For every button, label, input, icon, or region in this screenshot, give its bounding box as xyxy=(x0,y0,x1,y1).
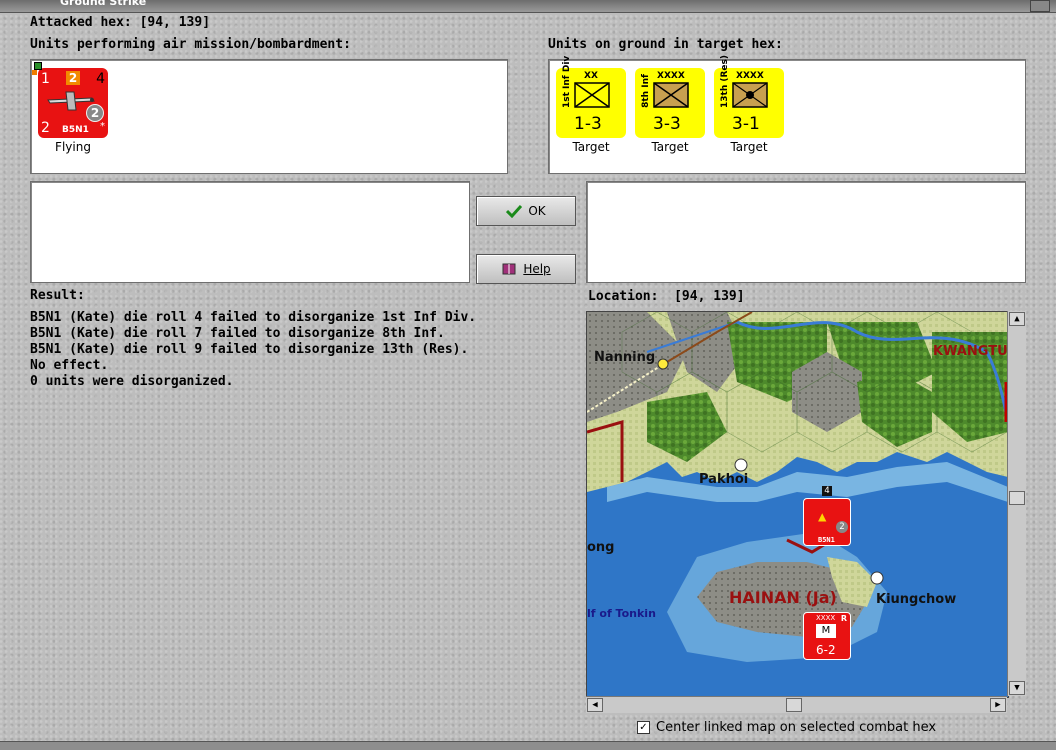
map-ground-strength: 6-2 xyxy=(816,643,836,657)
center-map-checkbox[interactable]: ✓ xyxy=(637,721,650,734)
map-air-counter[interactable]: 4 ▲ 2 B5N1 xyxy=(803,486,851,546)
horizontal-scroll-thumb[interactable] xyxy=(786,698,802,712)
book-icon xyxy=(502,263,516,275)
ground-unit-counter[interactable]: 8th Inf XXXX 3-3 xyxy=(635,68,705,138)
ground-units-label: Units on ground in target hex: xyxy=(548,37,783,52)
ground-unit-size: XXXX xyxy=(736,71,764,81)
window-title: Ground Strike xyxy=(60,0,147,8)
map-air-stack-count: 4 xyxy=(822,486,832,496)
air-unit-b5n1[interactable]: 1 2 4 2 2 B5N1 * Flying xyxy=(32,62,109,154)
reserve-infantry-icon xyxy=(732,82,768,108)
map-air-badge: 2 xyxy=(836,521,848,533)
ground-unit-caption: Target xyxy=(651,140,689,154)
scroll-left-icon[interactable]: ◀ xyxy=(587,698,603,712)
air-unit-name: B5N1 xyxy=(62,125,89,135)
center-map-label: Center linked map on selected combat hex xyxy=(656,720,937,735)
attacked-hex-label: Attacked hex: xyxy=(30,15,132,30)
location-value: [94, 139] xyxy=(674,289,745,304)
linked-map[interactable]: Nanning KWANGTU Pakhoi ong HAINAN (Ja) K… xyxy=(586,311,1009,698)
ground-unit-size: XX xyxy=(584,71,598,81)
ground-unit-3[interactable]: 13th (Res) XXXX 3-1 Target xyxy=(713,55,785,154)
ground-unit-name: 13th (Res) xyxy=(720,55,730,108)
map-vertical-scrollbar[interactable]: ▲ ▼ xyxy=(1007,311,1026,696)
location-row: Location: [94, 139] xyxy=(588,289,745,304)
infantry-icon xyxy=(653,82,689,108)
orange-marker-icon xyxy=(32,70,37,75)
status-marker-icon xyxy=(34,62,42,70)
map-ground-type: M xyxy=(816,624,836,638)
map-horizontal-scrollbar[interactable]: ◀ ▶ xyxy=(586,696,1007,713)
vertical-scroll-thumb[interactable] xyxy=(1009,491,1025,505)
ground-unit-2[interactable]: 8th Inf XXXX 3-3 Target xyxy=(634,68,706,154)
map-label-hainan: HAINAN (Ja) xyxy=(729,588,837,607)
air-unit-bottom-left: 2 xyxy=(41,120,50,136)
map-ground-corner: R xyxy=(840,614,847,623)
air-unit-caption: Flying xyxy=(55,140,91,154)
air-unit-counter[interactable]: 1 2 4 2 2 B5N1 * xyxy=(32,62,108,138)
ground-unit-caption: Target xyxy=(730,140,768,154)
ground-unit-1[interactable]: 1st Inf Div XX 1-3 Target xyxy=(555,55,627,154)
map-ground-counter[interactable]: XXXX R M 6-2 xyxy=(803,612,851,660)
air-units-panel: 1 2 4 2 2 B5N1 * Flying xyxy=(30,59,508,174)
ground-unit-caption: Target xyxy=(572,140,610,154)
window-title-bar: Ground Strike xyxy=(0,0,1056,13)
infantry-icon xyxy=(574,82,610,108)
center-map-option[interactable]: ✓ Center linked map on selected combat h… xyxy=(637,720,936,735)
map-label-gulf: lf of Tonkin xyxy=(587,607,656,620)
result-line: B5N1 (Kate) die roll 9 failed to disorga… xyxy=(30,342,469,357)
ground-unit-name: 8th Inf xyxy=(641,74,651,108)
help-button[interactable]: Help xyxy=(476,254,576,284)
map-label-kiungchow: Kiungchow xyxy=(876,592,957,607)
map-air-name: B5N1 xyxy=(818,536,835,544)
ground-unit-counter[interactable]: 1st Inf Div XX 1-3 xyxy=(556,55,626,138)
ground-units-panel: 1st Inf Div XX 1-3 Target 8th Inf XXXX 3… xyxy=(548,55,1026,174)
result-text: B5N1 (Kate) die roll 4 failed to disorga… xyxy=(30,310,570,390)
location-label: Location: xyxy=(588,289,659,304)
result-line: 0 units were disorganized. xyxy=(30,374,234,389)
ground-unit-size: XXXX xyxy=(657,71,685,81)
ok-button[interactable]: OK xyxy=(476,196,576,226)
map-label-kwangtung: KWANGTU xyxy=(933,344,1008,359)
air-unit-top-mid: 2 xyxy=(66,71,80,85)
attacked-hex-row: Attacked hex: [94, 139] xyxy=(30,15,210,30)
air-unit-details-panel xyxy=(30,181,470,283)
ground-unit-strength: 3-1 xyxy=(732,114,760,134)
map-label-nanning: Nanning xyxy=(594,350,656,365)
scroll-down-icon[interactable]: ▼ xyxy=(1009,681,1025,695)
ground-unit-strength: 1-3 xyxy=(574,114,602,134)
ground-unit-details-panel xyxy=(586,181,1026,283)
help-button-label: Help xyxy=(523,262,551,276)
flame-icon: ▲ xyxy=(818,509,827,525)
checkmark-icon xyxy=(506,204,523,218)
result-label: Result: xyxy=(30,288,85,303)
scroll-up-icon[interactable]: ▲ xyxy=(1009,312,1025,326)
result-line: B5N1 (Kate) die roll 4 failed to disorga… xyxy=(30,310,477,325)
air-units-label: Units performing air mission/bombardment… xyxy=(30,37,351,52)
air-unit-top-left: 1 xyxy=(41,71,50,87)
ground-unit-name: 1st Inf Div xyxy=(562,55,572,108)
close-button[interactable] xyxy=(1030,0,1050,12)
air-unit-top-right: 4 xyxy=(96,71,105,87)
result-line: No effect. xyxy=(30,358,109,373)
air-unit-badge: 2 xyxy=(86,104,104,122)
ok-button-label: OK xyxy=(528,204,546,218)
map-terrain xyxy=(587,312,1008,662)
ground-unit-counter[interactable]: 13th (Res) XXXX 3-1 xyxy=(714,55,784,138)
attacked-hex-value: [94, 139] xyxy=(139,15,211,30)
scroll-right-icon[interactable]: ▶ xyxy=(990,698,1006,712)
ground-unit-strength: 3-3 xyxy=(653,114,681,134)
map-label-pakhoi: Pakhoi xyxy=(699,472,749,487)
result-line: B5N1 (Kate) die roll 7 failed to disorga… xyxy=(30,326,445,341)
map-label-ong: ong xyxy=(587,540,615,555)
map-ground-size: XXXX xyxy=(816,614,836,622)
air-unit-star: * xyxy=(100,121,105,132)
